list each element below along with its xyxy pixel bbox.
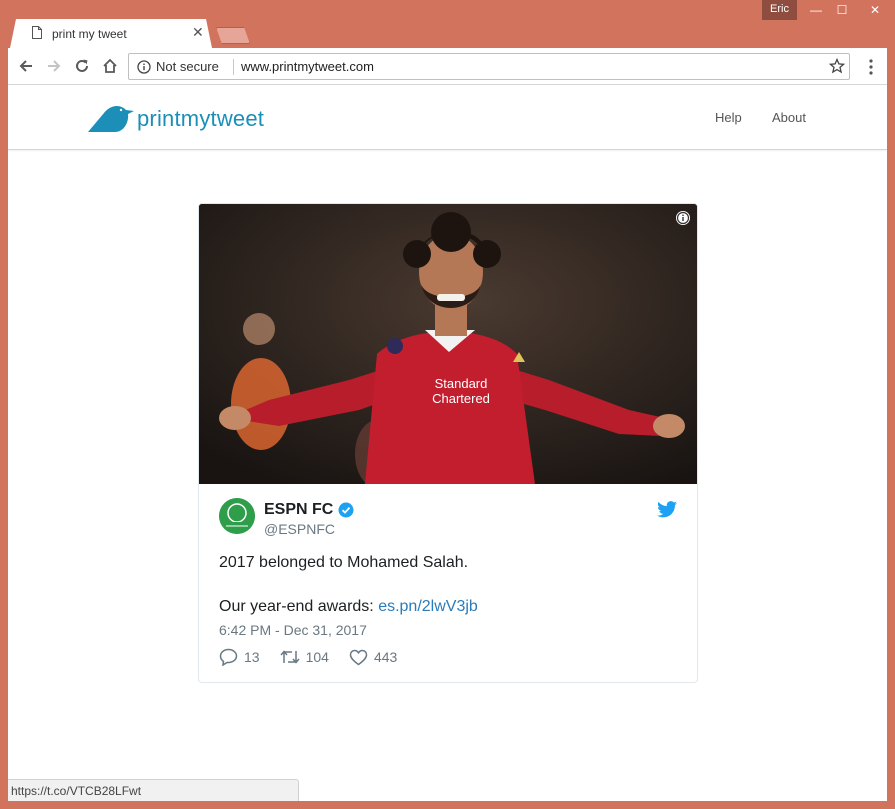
reply-action[interactable]: 13 [219,648,260,666]
window-controls: Eric — ☐ ✕ [762,0,895,20]
tweet-text-line1: 2017 belonged to Mohamed Salah. [219,554,469,571]
maximize-button[interactable]: ☐ [829,0,855,20]
tab-close-icon[interactable]: ✕ [192,24,204,41]
like-count: 443 [373,649,398,665]
media-info-icon[interactable] [675,210,691,226]
embedded-tweet[interactable]: Standard Chartered ESPN FC @ESPNFC 2017 … [198,203,698,683]
logo-text: printmytweet [137,106,265,131]
info-icon[interactable] [137,60,151,74]
nav-help-link[interactable]: Help [715,110,742,125]
tweet-text-prefix: Our year-end awards: [219,598,379,615]
author-avatar[interactable] [219,498,255,534]
home-button[interactable] [100,56,120,76]
minimize-button[interactable]: — [803,0,829,20]
browser-toolbar: Not secure www.printmytweet.com [8,48,887,85]
author-handle[interactable]: @ESPNFC [264,521,335,537]
reply-icon [219,648,238,666]
retweet-count: 104 [305,649,329,665]
tweet-text-line2: Our year-end awards: es.pn/2lwV3jb [219,596,478,618]
retweet-action[interactable]: 104 [280,649,329,665]
verified-badge-icon [338,502,354,518]
kebab-menu-icon[interactable] [863,58,879,76]
address-bar[interactable]: Not secure www.printmytweet.com [128,53,850,80]
site-header: printmytweet Help About [8,85,887,150]
home-icon [103,58,117,73]
status-bar: https://t.co/VTCB28LFwt [8,779,299,801]
tweet-photo[interactable]: Standard Chartered [199,204,697,484]
browser-tab-active[interactable]: print my tweet ✕ [10,19,212,48]
profile-badge[interactable]: Eric [762,0,797,20]
forward-arrow-icon [48,60,61,72]
like-action[interactable]: 443 [349,649,397,666]
jersey-text-line1: Standard [435,376,488,391]
reply-count: 13 [244,649,260,665]
tab-title: print my tweet [52,27,127,41]
tweet-actions: 13 104 443 [219,648,417,666]
twitter-bird-icon[interactable] [657,501,677,518]
site-logo[interactable]: printmytweet [88,105,264,133]
security-label[interactable]: Not secure [156,59,219,74]
bookmark-star-icon[interactable] [829,58,845,74]
heart-icon [349,649,368,665]
page-icon [32,26,42,39]
jersey-text-line2: Chartered [432,391,490,406]
address-divider [233,59,234,75]
nav-about-link[interactable]: About [772,110,806,125]
back-button[interactable] [16,56,36,76]
bird-logo-icon [88,106,134,132]
close-window-button[interactable]: ✕ [855,0,895,20]
author-name[interactable]: ESPN FC [264,501,333,519]
url-text[interactable]: www.printmytweet.com [241,59,374,74]
tweet-timestamp[interactable]: 6:42 PM - Dec 31, 2017 [219,622,367,638]
back-arrow-icon [19,60,32,72]
tweet-link[interactable]: es.pn/2lwV3jb [378,598,478,615]
retweet-icon [280,650,300,664]
reload-button[interactable] [72,56,92,76]
forward-button[interactable] [44,56,64,76]
reload-icon [76,59,88,72]
page-viewport: printmytweet Help About Standard Charter… [8,85,887,801]
new-tab-button[interactable] [216,27,250,44]
